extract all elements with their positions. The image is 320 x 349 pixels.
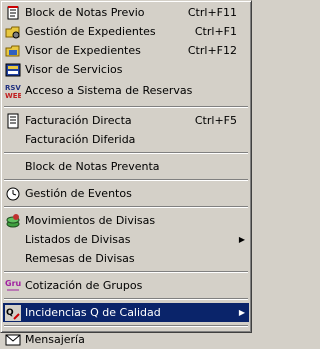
- menu-item-block-notas-preventa[interactable]: Block de Notas Preventa: [3, 157, 249, 176]
- menu-item-label: Incidencias Q de Calidad: [25, 306, 161, 319]
- menu-item-label: Acceso a Sistema de Reservas: [25, 84, 193, 97]
- menu-item-gestion-eventos[interactable]: Gestión de Eventos: [3, 184, 249, 203]
- menu-item-movimientos-divisas[interactable]: Movimientos de Divisas: [3, 211, 249, 230]
- menu-separator: [4, 206, 248, 208]
- menu-separator: [4, 152, 248, 154]
- menu-item-label: Cotización de Grupos: [25, 279, 143, 292]
- menu-item-label: Facturación Directa: [25, 114, 132, 127]
- menu-separator: [4, 179, 248, 181]
- menu-item-label: Block de Notas Previo: [25, 6, 145, 19]
- folder-viewer-icon: [5, 43, 21, 59]
- menu-item-acceso-reservas[interactable]: RSV WEB Acceso a Sistema de Reservas: [3, 79, 249, 103]
- menu-item-label: Listados de Divisas: [25, 233, 131, 246]
- menu-item-label: Visor de Servicios: [25, 63, 123, 76]
- invoice-icon: [5, 113, 21, 129]
- menu-item-facturacion-directa[interactable]: Facturación Directa Ctrl+F5: [3, 111, 249, 130]
- menu-item-incidencias-calidad[interactable]: Q Incidencias Q de Calidad ▶: [3, 303, 249, 322]
- submenu-arrow-icon: ▶: [238, 308, 245, 317]
- menu-item-cotizacion-grupos[interactable]: Gru Cotización de Grupos: [3, 276, 249, 295]
- quality-incident-icon: Q: [5, 305, 21, 321]
- menu-item-shortcut: Ctrl+F12: [187, 44, 237, 57]
- submenu-arrow-icon: ▶: [238, 235, 245, 244]
- svg-text:Gru: Gru: [5, 279, 21, 288]
- group-quote-icon: Gru: [5, 278, 21, 294]
- menu-separator: [4, 325, 248, 327]
- menu-item-visor-servicios[interactable]: Visor de Servicios: [3, 60, 249, 79]
- menu-item-shortcut: Ctrl+F5: [194, 114, 237, 127]
- menu-separator: [4, 298, 248, 300]
- menu-item-remesas-divisas[interactable]: Remesas de Divisas: [3, 249, 249, 268]
- notepad-icon: [5, 5, 21, 21]
- svg-text:Q: Q: [6, 308, 14, 318]
- menu-item-label: Remesas de Divisas: [25, 252, 135, 265]
- svg-text:RSV: RSV: [5, 84, 21, 92]
- menu-item-block-notas-previo[interactable]: Block de Notas Previo Ctrl+F11: [3, 3, 249, 22]
- menu-item-label: Block de Notas Preventa: [25, 160, 160, 173]
- menu-item-facturacion-diferida[interactable]: Facturación Diferida: [3, 130, 249, 149]
- currency-movement-icon: [5, 213, 21, 229]
- menu-item-visor-expedientes[interactable]: Visor de Expedientes Ctrl+F12: [3, 41, 249, 60]
- menu-item-shortcut: Ctrl+F11: [187, 6, 237, 19]
- svg-text:WEB: WEB: [5, 92, 21, 99]
- menu-item-shortcut: Ctrl+F1: [194, 25, 237, 38]
- menu-item-listados-divisas[interactable]: Listados de Divisas ▶: [3, 230, 249, 249]
- menu-item-label: Movimientos de Divisas: [25, 214, 156, 227]
- events-icon: [5, 186, 21, 202]
- menu-item-label: Visor de Expedientes: [25, 44, 141, 57]
- menu-item-label: Facturación Diferida: [25, 133, 136, 146]
- reservations-icon: RSV WEB: [5, 83, 21, 99]
- context-menu: Block de Notas Previo Ctrl+F11 Gestión d…: [0, 0, 252, 346]
- menu-separator: [4, 106, 248, 108]
- messaging-icon: [5, 332, 21, 348]
- folder-gear-icon: [5, 24, 21, 40]
- menu-item-gestion-expedientes[interactable]: Gestión de Expedientes Ctrl+F1: [3, 22, 249, 41]
- menu-item-label: Mensajería: [25, 333, 85, 346]
- services-viewer-icon: [5, 62, 21, 78]
- menu-item-label: Gestión de Eventos: [25, 187, 132, 200]
- menu-separator: [4, 271, 248, 273]
- menu-item-label: Gestión de Expedientes: [25, 25, 156, 38]
